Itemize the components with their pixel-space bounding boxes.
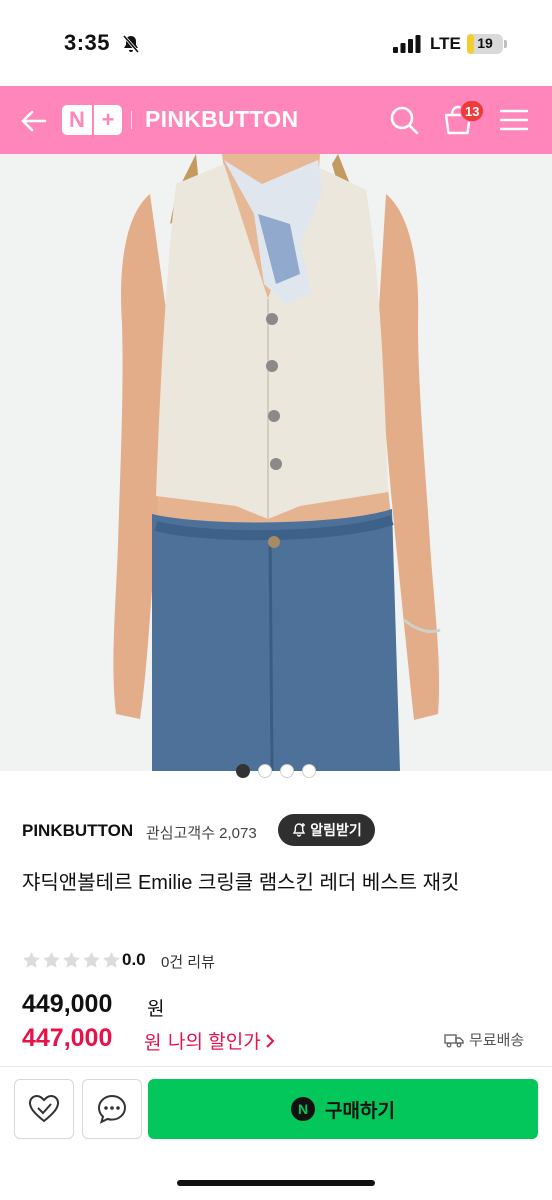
alert-subscribe-button[interactable]: 알림받기 (278, 814, 375, 846)
carousel-dot[interactable] (258, 764, 272, 778)
carousel-dots (0, 764, 552, 778)
shipping-label: 무료배송 (469, 1032, 525, 1049)
hamburger-menu-icon[interactable] (499, 106, 529, 134)
product-image[interactable] (0, 154, 552, 771)
my-discount-link[interactable]: 나의 할인가 (168, 1027, 275, 1054)
logo-n: N (62, 105, 92, 135)
cart-badge: 13 (460, 100, 485, 122)
star-icon (63, 952, 80, 968)
alert-label: 알림받기 (310, 822, 362, 838)
star-icon (23, 952, 40, 968)
seller-name[interactable]: PINKBUTTON (22, 821, 133, 841)
star-icon (83, 952, 100, 968)
battery-indicator: 19 (467, 34, 503, 54)
star-icon (103, 952, 120, 968)
chevron-right-icon (265, 1033, 275, 1048)
naver-n-icon: N (291, 1097, 316, 1121)
vest-button-4 (270, 458, 282, 470)
logo-plus: + (92, 105, 122, 135)
chat-icon (97, 1094, 127, 1124)
original-price-unit: 원 (147, 999, 165, 1020)
discount-price: 447,000 (22, 1024, 113, 1052)
shipping-info: 무료배송 (444, 1029, 524, 1050)
wishlist-button[interactable] (14, 1079, 74, 1139)
battery-level: 19 (477, 35, 493, 51)
nplus-logo[interactable]: N + (62, 105, 122, 135)
carousel-dot[interactable] (280, 764, 294, 778)
product-photo (0, 154, 552, 771)
truck-icon (444, 1033, 464, 1047)
carousel-dot[interactable] (302, 764, 316, 778)
jeans-button (268, 536, 280, 548)
chat-button[interactable] (82, 1079, 142, 1139)
home-indicator[interactable] (177, 1180, 375, 1186)
header-divider (131, 111, 132, 129)
search-icon[interactable] (388, 104, 420, 136)
battery-tip (504, 40, 507, 48)
star-icon (43, 952, 60, 968)
status-time: 3:35 (64, 30, 111, 55)
vest-button-1 (266, 313, 278, 325)
carousel-dot[interactable] (236, 764, 250, 778)
review-count[interactable]: 0건 리뷰 (161, 951, 215, 972)
heart-check-icon (28, 1094, 60, 1123)
product-title: 쟈딕앤볼테르 Emilie 크링클 램스킨 레더 베스트 재킷 (22, 872, 460, 894)
discount-price-unit: 원 (144, 1033, 162, 1054)
back-arrow-icon[interactable] (18, 106, 48, 136)
bell-plus-icon (293, 823, 306, 837)
signal-icon (393, 35, 421, 53)
buy-label: 구매하기 (325, 1100, 395, 1122)
jeans (152, 509, 400, 771)
vest-button-3 (268, 410, 280, 422)
store-title[interactable]: PINKBUTTON (145, 106, 298, 133)
original-price: 449,000 (22, 990, 113, 1018)
rating-score: 0.0 (122, 950, 146, 969)
seller-watchers: 관심고객수 2,073 (146, 825, 257, 842)
vest-button-2 (266, 360, 278, 372)
my-discount-label: 나의 할인가 (168, 1032, 261, 1053)
buy-button[interactable]: N 구매하기 (148, 1079, 538, 1139)
rating-stars (22, 951, 121, 970)
app-header: N + PINKBUTTON 13 (0, 86, 552, 154)
bell-off-icon (122, 35, 140, 53)
network-type: LTE (430, 34, 461, 53)
status-bar: 3:35 LTE 19 (0, 0, 552, 86)
jeans-seam (268, 533, 274, 771)
